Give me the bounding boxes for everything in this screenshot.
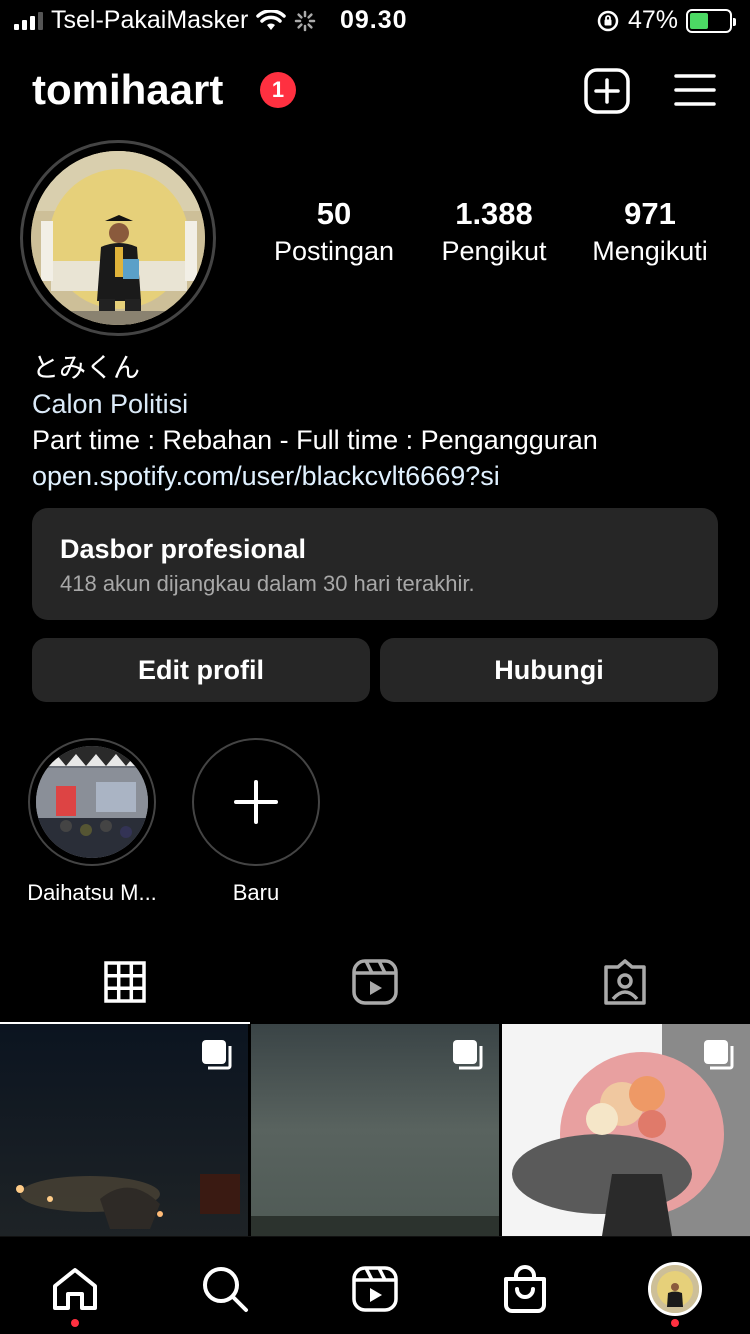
- tab-reels[interactable]: [250, 940, 500, 1024]
- highlight-cover: [36, 746, 148, 858]
- post-thumbnail[interactable]: [251, 1024, 499, 1236]
- battery-fill: [690, 12, 708, 29]
- status-time: 09.30: [340, 6, 408, 34]
- bio-text: Part time : Rebahan - Full time : Pengan…: [32, 425, 598, 455]
- contact-button[interactable]: Hubungi: [380, 638, 718, 702]
- nav-reels[interactable]: [343, 1257, 407, 1321]
- profile-stats: 50 Postingan 1.388 Pengikut 971 Mengikut…: [250, 196, 730, 267]
- highlight-label: Daihatsu M...: [27, 880, 157, 905]
- stat-following[interactable]: 971 Mengikuti: [570, 196, 730, 267]
- profile-bio: とみくん Calon Politisi Part time : Rebahan …: [32, 350, 598, 494]
- display-name: とみくん: [32, 353, 140, 383]
- status-bar: Tsel-PakaiMasker 09.30 47%: [0, 0, 750, 42]
- status-right: 47%: [596, 6, 736, 35]
- cellular-signal-icon: [14, 11, 43, 30]
- dashboard-title: Dasbor profesional: [60, 534, 307, 564]
- stat-posts[interactable]: 50 Postingan: [250, 196, 418, 267]
- tab-grid[interactable]: [0, 940, 250, 1024]
- multiple-photos-icon: [704, 1040, 734, 1070]
- posts-grid: [0, 1024, 750, 1236]
- tagged-icon: [604, 959, 646, 1005]
- stat-value: 50: [316, 196, 352, 231]
- edit-profile-button[interactable]: Edit profil: [32, 638, 370, 702]
- profile-tabs: [0, 940, 750, 1024]
- graduate-photo: [31, 151, 205, 325]
- stat-label: Pengikut: [441, 236, 547, 266]
- stat-label: Postingan: [273, 236, 395, 266]
- new-highlight-button[interactable]: Baru: [191, 738, 321, 906]
- highlight-ring: [28, 738, 156, 866]
- highlight-ring: [192, 738, 320, 866]
- dashboard-subtitle: 418 akun dijangkau dalam 30 hari terakhi…: [60, 571, 475, 596]
- stat-label: Mengikuti: [592, 236, 708, 266]
- home-icon: [53, 1268, 97, 1310]
- profile-photo: [31, 151, 205, 325]
- plus-square-icon[interactable]: [584, 68, 630, 114]
- highlight-item[interactable]: Daihatsu M...: [27, 738, 157, 906]
- username-switcher[interactable]: tomihaart: [32, 66, 223, 114]
- shop-icon: [504, 1265, 546, 1313]
- plus-icon: [234, 780, 278, 824]
- notification-dot: [671, 1319, 679, 1327]
- bio-link[interactable]: open.spotify.com/user/blackcvlt6669?si: [32, 458, 598, 494]
- professional-dashboard-card[interactable]: Dasbor profesional 418 akun dijangkau da…: [32, 508, 718, 620]
- profile-avatar[interactable]: [20, 140, 216, 336]
- profile-category: Calon Politisi: [32, 389, 189, 419]
- highlight-label: Baru: [232, 880, 280, 905]
- tab-tagged[interactable]: [500, 940, 750, 1024]
- status-left: Tsel-PakaiMasker: [14, 6, 316, 35]
- orientation-lock-icon: [597, 10, 619, 31]
- grid-icon: [104, 961, 146, 1003]
- multiple-photos-icon: [202, 1040, 232, 1070]
- stat-value: 1.388: [455, 196, 533, 231]
- nav-profile[interactable]: [643, 1257, 707, 1327]
- reels-icon: [352, 959, 398, 1005]
- hamburger-icon[interactable]: [674, 70, 716, 110]
- reels-icon: [352, 1266, 398, 1312]
- profile-header: tomihaart 1: [32, 62, 718, 122]
- search-icon: [203, 1267, 248, 1312]
- battery-percent: 47%: [627, 6, 678, 34]
- notification-badge[interactable]: 1: [260, 72, 296, 108]
- carrier-name: Tsel-PakaiMasker: [51, 6, 249, 34]
- stat-followers[interactable]: 1.388 Pengikut: [418, 196, 570, 267]
- nav-shop[interactable]: [493, 1257, 557, 1321]
- stat-value: 971: [624, 196, 676, 231]
- nav-home[interactable]: [43, 1257, 107, 1327]
- bottom-navigation: [0, 1236, 750, 1334]
- nav-search[interactable]: [193, 1257, 257, 1321]
- post-thumbnail[interactable]: [502, 1024, 750, 1236]
- wifi-icon: [256, 9, 287, 30]
- profile-avatar-icon: [648, 1262, 702, 1316]
- battery-icon: [686, 8, 736, 33]
- post-thumbnail[interactable]: [0, 1024, 248, 1236]
- multiple-photos-icon: [453, 1040, 483, 1070]
- notification-dot: [71, 1319, 79, 1327]
- loading-spinner-icon: [295, 10, 316, 31]
